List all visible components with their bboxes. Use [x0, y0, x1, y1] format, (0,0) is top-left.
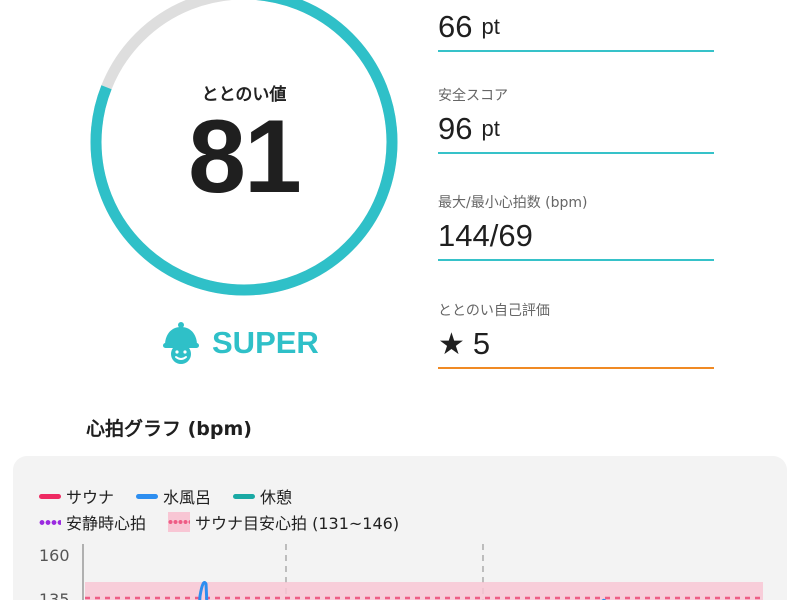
sauna-hat-face-icon — [163, 322, 199, 364]
gauge-value: 81 — [188, 99, 302, 215]
stat-safety-value: 96 pt — [438, 106, 714, 154]
stat-heart-rate-label: 最大/最小心拍数 (bpm) — [438, 195, 588, 211]
graph-title: 心拍グラフ (bpm) — [86, 418, 252, 440]
stat-self-rating-number: 5 — [472, 326, 491, 361]
star-icon: ★ — [438, 327, 465, 361]
stat-self-rating: ととのい自己評価 ★ 5 — [438, 301, 714, 369]
rank-badge: SUPER — [162, 318, 319, 368]
stat-points: 66 pt — [438, 4, 714, 52]
stat-safety-score: 安全スコア 96 pt — [438, 86, 714, 154]
page: ととのい値 81 SUPER 66 pt 安全スコア 96 pt 最大/最小心拍… — [0, 0, 800, 600]
stat-self-rating-value: ★ 5 — [438, 321, 714, 369]
stat-self-rating-label: ととのい自己評価 — [438, 303, 550, 319]
stat-heart-rate: 最大/最小心拍数 (bpm) 144/69 — [438, 193, 714, 261]
stat-points-number: 66 — [438, 9, 473, 44]
heart-rate-graph-card: サウナ 水風呂 休憩 安静時心拍 サウナ目安心拍 (131~146) 160 1… — [13, 456, 787, 600]
stat-safety-unit: pt — [481, 116, 500, 141]
rank-label: SUPER — [212, 325, 319, 360]
stat-points-unit: pt — [481, 14, 500, 39]
stat-points-value: 66 pt — [438, 4, 714, 52]
heart-rate-plot — [82, 544, 763, 600]
stat-safety-number: 96 — [438, 111, 473, 146]
stat-safety-label: 安全スコア — [438, 88, 508, 104]
score-gauge: ととのい値 81 — [84, 0, 404, 302]
stat-heart-rate-number: 144/69 — [438, 218, 533, 253]
stat-heart-rate-value: 144/69 — [438, 213, 714, 261]
